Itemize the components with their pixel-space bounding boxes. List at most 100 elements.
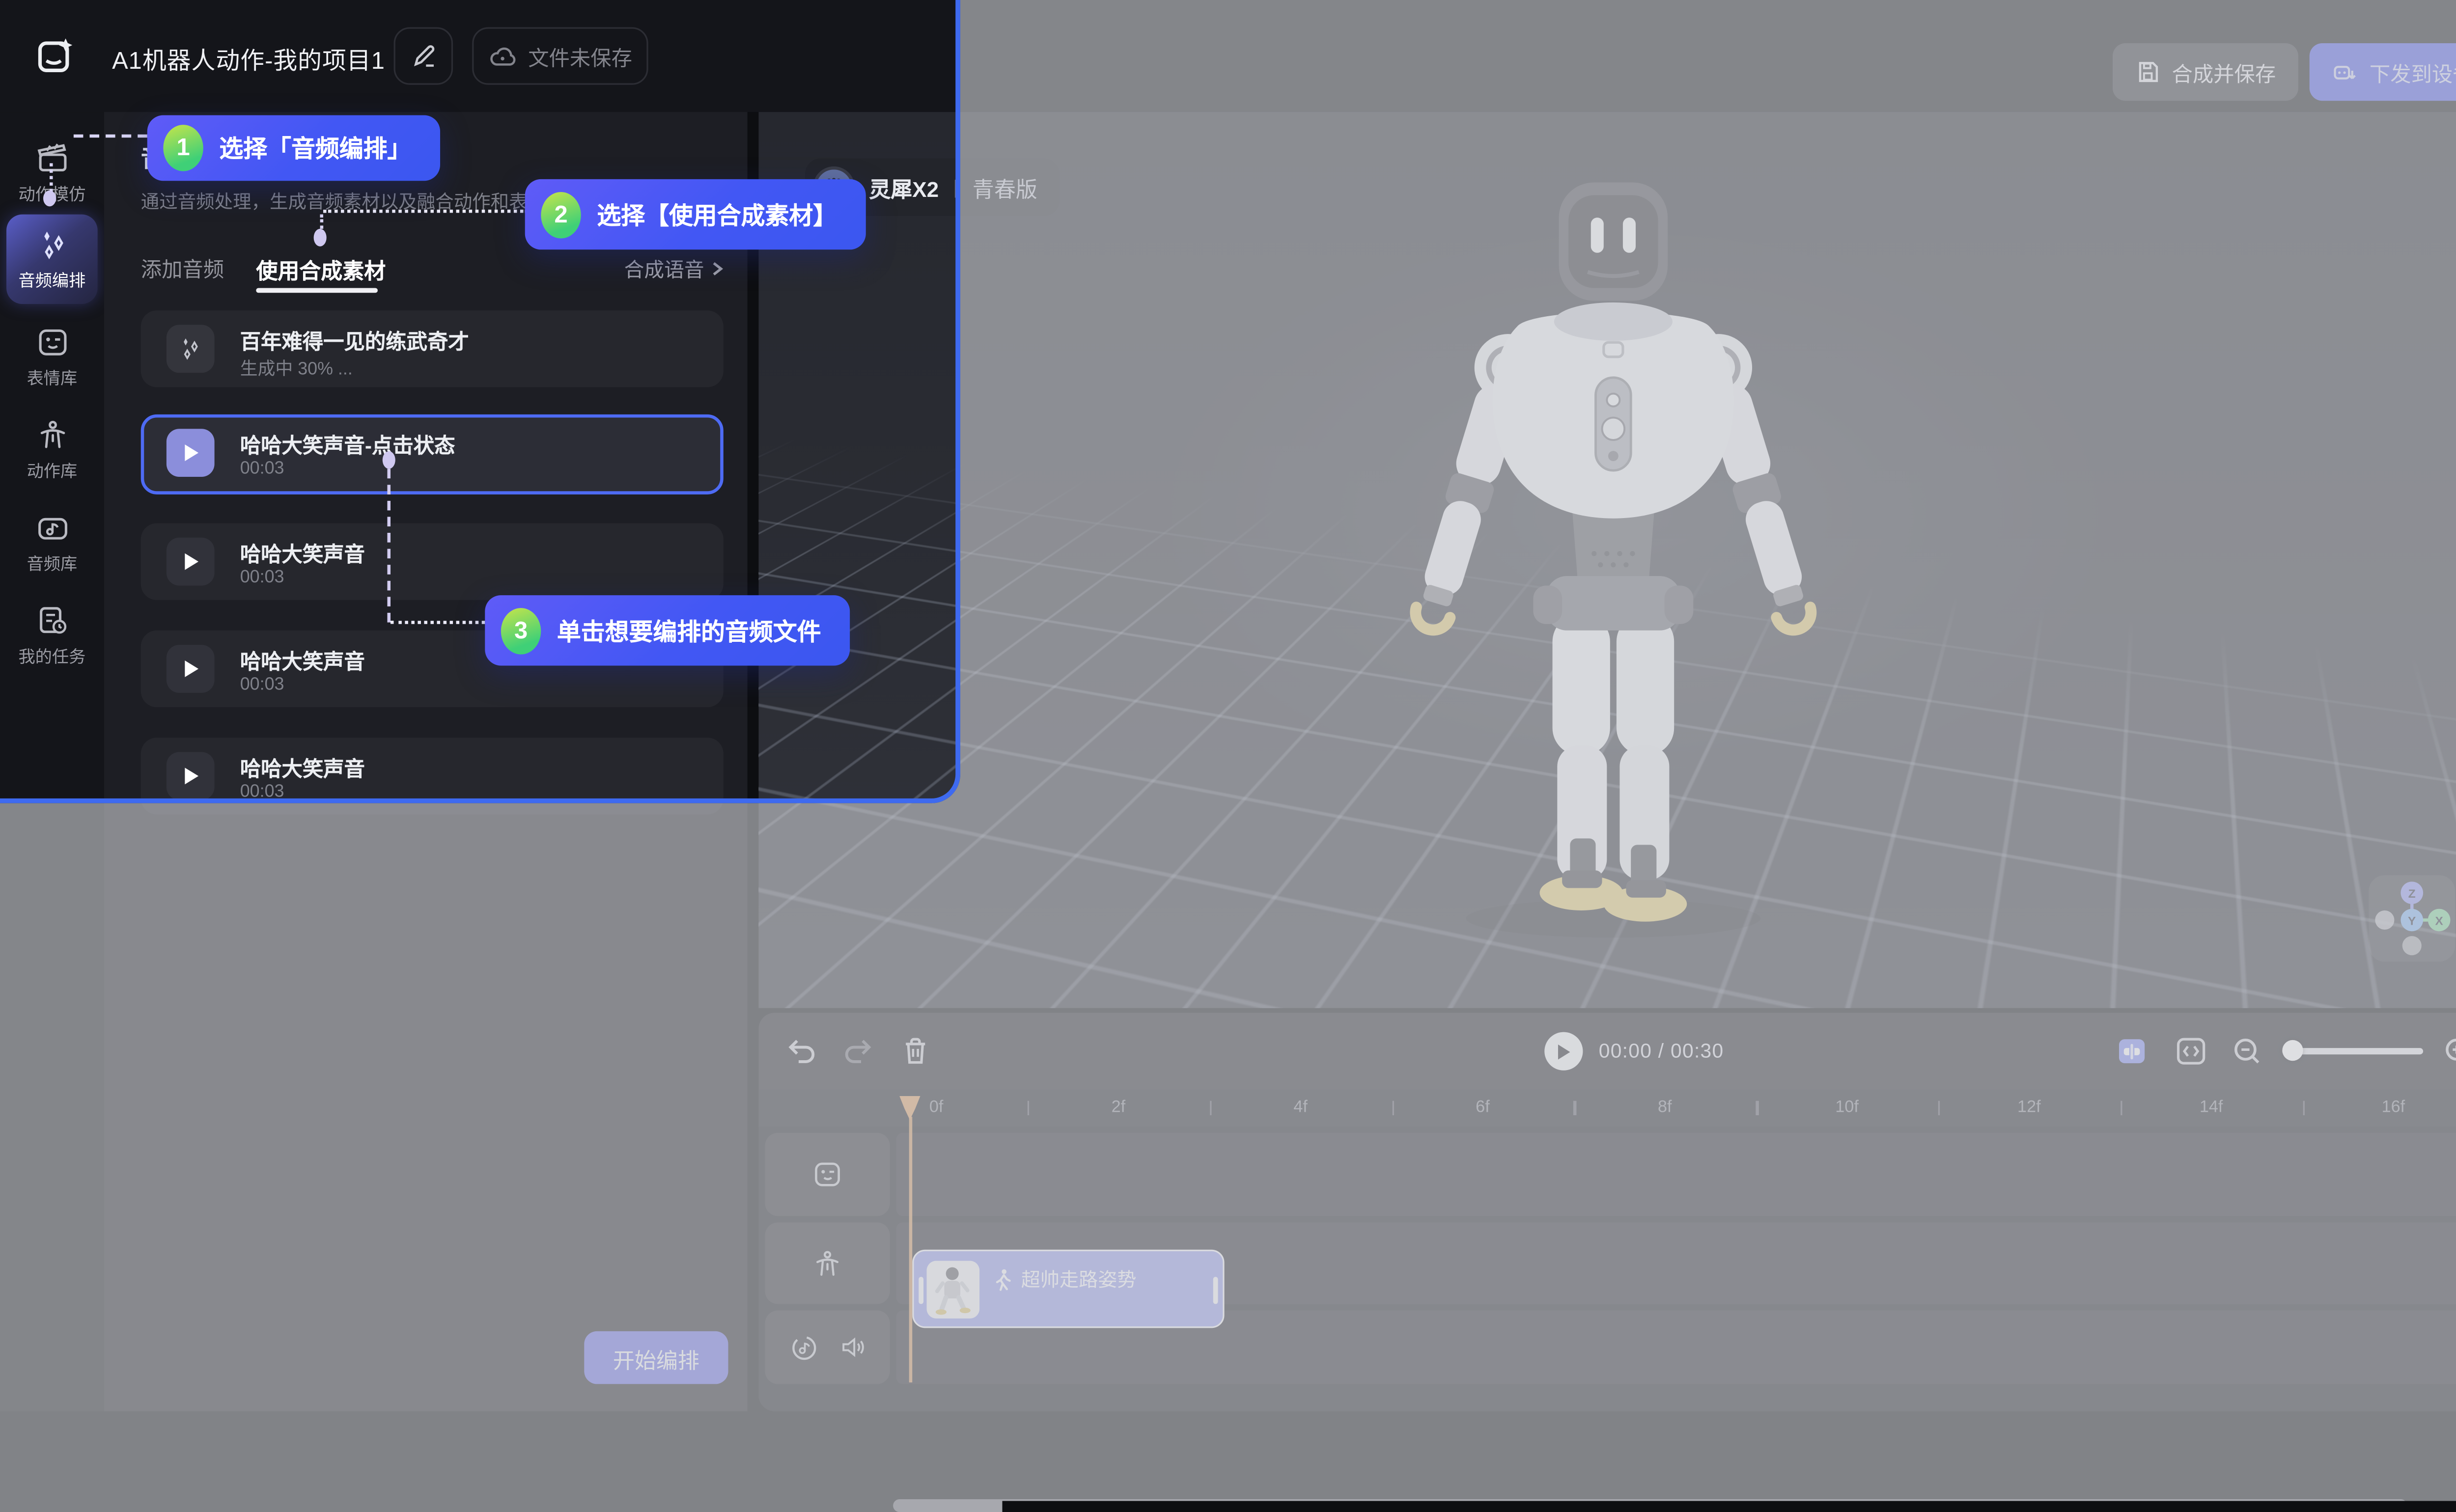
gizmo-y-node[interactable]: Y <box>2400 909 2423 932</box>
chevron-right-icon <box>709 260 725 276</box>
timeline-clip-walk-pose[interactable]: 超帅走路姿势 <box>912 1250 1224 1328</box>
robot-legs <box>1539 614 1687 922</box>
zoom-slider-knob[interactable] <box>2282 1040 2303 1061</box>
task-list-icon <box>34 603 70 638</box>
audio-item[interactable]: 哈哈大笑声音 00:03 <box>141 523 724 600</box>
walking-person-icon <box>992 1268 1013 1291</box>
connector-step2-drop <box>320 215 324 229</box>
gizmo-neg-x-node[interactable] <box>2375 910 2394 930</box>
playhead-line[interactable] <box>908 1117 912 1382</box>
play-icon <box>182 443 199 463</box>
synthesize-save-button[interactable]: 合成并保存 <box>2113 43 2298 101</box>
audio-item-title: 哈哈大笑声音 <box>240 752 365 782</box>
step-text: 单击想要编排的音频文件 <box>557 614 821 647</box>
play-button[interactable] <box>167 645 215 693</box>
robot-model-name: 灵犀X2 <box>869 171 939 203</box>
project-title: A1机器人动作-我的项目1 <box>112 43 385 77</box>
connector-step1 <box>74 135 147 138</box>
robot-pelvis <box>1546 576 1681 631</box>
timeline-toolbar: 00:00 / 00:30 <box>758 1013 2456 1090</box>
deploy-button[interactable]: 下发到设备 <box>2310 43 2456 101</box>
audio-item-selected[interactable]: 哈哈大笑声音-点击状态 00:03 <box>141 414 724 495</box>
step-number-badge: 3 <box>501 607 541 654</box>
sidebar-item-motion-library[interactable]: 动作库 <box>0 407 104 493</box>
robot-head <box>1559 182 1668 301</box>
expression-track-lane[interactable] <box>896 1133 2456 1216</box>
gizmo-x-node[interactable]: X <box>2428 909 2451 932</box>
robot-model[interactable] <box>1373 173 1853 941</box>
connector-dot-step1 <box>43 191 56 207</box>
tab-use-synth-material[interactable]: 使用合成素材 <box>256 253 386 285</box>
zoom-out-icon[interactable] <box>2231 1035 2263 1067</box>
motion-track-icon <box>811 1247 843 1279</box>
audio-item-duration: 00:03 <box>240 459 284 478</box>
audio-item-generating[interactable]: 百年难得一见的练武奇才 生成中 30% ... <box>141 310 724 387</box>
step-number-badge: 2 <box>541 191 581 237</box>
motion-track-header[interactable] <box>765 1222 890 1304</box>
deploy-label: 下发到设备 <box>2370 57 2456 87</box>
audio-item[interactable]: 哈哈大笑声音 00:03 <box>141 738 724 814</box>
clip-label-row: 超帅走路姿势 <box>992 1265 1136 1292</box>
rename-button[interactable] <box>394 27 453 84</box>
audio-item-title: 哈哈大笑声音 <box>240 538 365 568</box>
ruler-label: 6f <box>1476 1098 1490 1117</box>
pencil-icon <box>411 43 436 69</box>
ruler-label: 12f <box>2017 1098 2041 1117</box>
timeline-h-scrollbar[interactable] <box>893 1499 2407 1512</box>
play-button[interactable] <box>167 752 215 800</box>
gizmo-neg-z-node[interactable] <box>2402 936 2422 955</box>
person-icon <box>34 417 70 452</box>
expression-track-icon <box>811 1158 843 1190</box>
audio-item-status: 生成中 30% ... <box>240 355 353 381</box>
synthesize-voice-label: 合成语音 <box>624 253 704 283</box>
play-icon <box>182 767 199 786</box>
3d-viewport[interactable]: 灵犀X2 | 青春版 Z Y X <box>758 112 2456 1008</box>
play-icon <box>1556 1043 1572 1060</box>
audio-track-header[interactable] <box>765 1311 890 1384</box>
connector-step2 <box>323 210 528 213</box>
volume-icon[interactable] <box>838 1333 867 1362</box>
timeline-ruler[interactable]: 0f 2f 4f 6f 8f 10f 12f 14f 16f <box>758 1090 2456 1127</box>
tab-add-audio[interactable]: 添加音频 <box>141 253 224 283</box>
save-status-button[interactable]: 文件未保存 <box>472 27 648 84</box>
auto-attach-icon[interactable] <box>2116 1035 2148 1067</box>
cloud-icon <box>488 43 517 69</box>
clip-left-handle[interactable] <box>919 1277 923 1304</box>
play-button[interactable] <box>167 429 215 477</box>
step-number-badge: 1 <box>163 125 203 171</box>
save-status-label: 文件未保存 <box>528 41 632 71</box>
play-button[interactable] <box>167 538 215 586</box>
sidebar-item-expression-library[interactable]: 表情库 <box>0 314 104 400</box>
audio-track-icon <box>788 1332 819 1363</box>
clip-thumbnail <box>927 1261 980 1319</box>
app-logo-icon <box>35 35 77 77</box>
clip-label: 超帅走路姿势 <box>1021 1265 1137 1292</box>
music-library-icon <box>34 510 70 545</box>
timeline-zoom-slider[interactable] <box>2282 1048 2423 1054</box>
synthesize-voice-link[interactable]: 合成语音 <box>624 253 725 283</box>
timeline-play-button[interactable] <box>1544 1032 1583 1071</box>
save-disk-icon <box>2135 59 2161 85</box>
time-display: 00:00 / 00:30 <box>1599 1040 1724 1063</box>
sidebar-item-audio-arrange[interactable]: 音频编排 <box>6 215 98 304</box>
audio-item-duration: 00:03 <box>240 675 284 694</box>
expression-track-header[interactable] <box>765 1133 890 1216</box>
gizmo-z-node[interactable]: Z <box>2400 881 2423 904</box>
sidebar-item-my-tasks[interactable]: 我的任务 <box>0 592 104 679</box>
ruler-label: 16f <box>2382 1098 2405 1117</box>
axis-gizmo[interactable]: Z Y X <box>2369 875 2455 962</box>
zoom-in-icon[interactable] <box>2442 1035 2456 1067</box>
audio-arrange-panel: 音频编排 通过音频处理，生成音频素材以及融合动作和表情 添加音频 使用合成素材 … <box>104 112 748 1411</box>
ruler-label: 2f <box>1112 1098 1126 1117</box>
ruler-label: 10f <box>1835 1098 1859 1117</box>
clip-right-handle[interactable] <box>1213 1277 1218 1304</box>
audio-item-title: 百年难得一见的练武奇才 <box>240 325 469 355</box>
tutorial-step-2: 2 选择【使用合成素材】 <box>525 179 866 249</box>
connector-step3-drop <box>388 469 391 623</box>
fit-timeline-icon[interactable] <box>2175 1035 2207 1067</box>
connector-step1-drop <box>50 163 53 192</box>
step-text: 选择【使用合成素材】 <box>597 197 837 231</box>
connector-dot-step3 <box>383 451 395 469</box>
sidebar-item-audio-library[interactable]: 音频库 <box>0 499 104 586</box>
start-arrange-button[interactable]: 开始编排 <box>584 1331 728 1384</box>
